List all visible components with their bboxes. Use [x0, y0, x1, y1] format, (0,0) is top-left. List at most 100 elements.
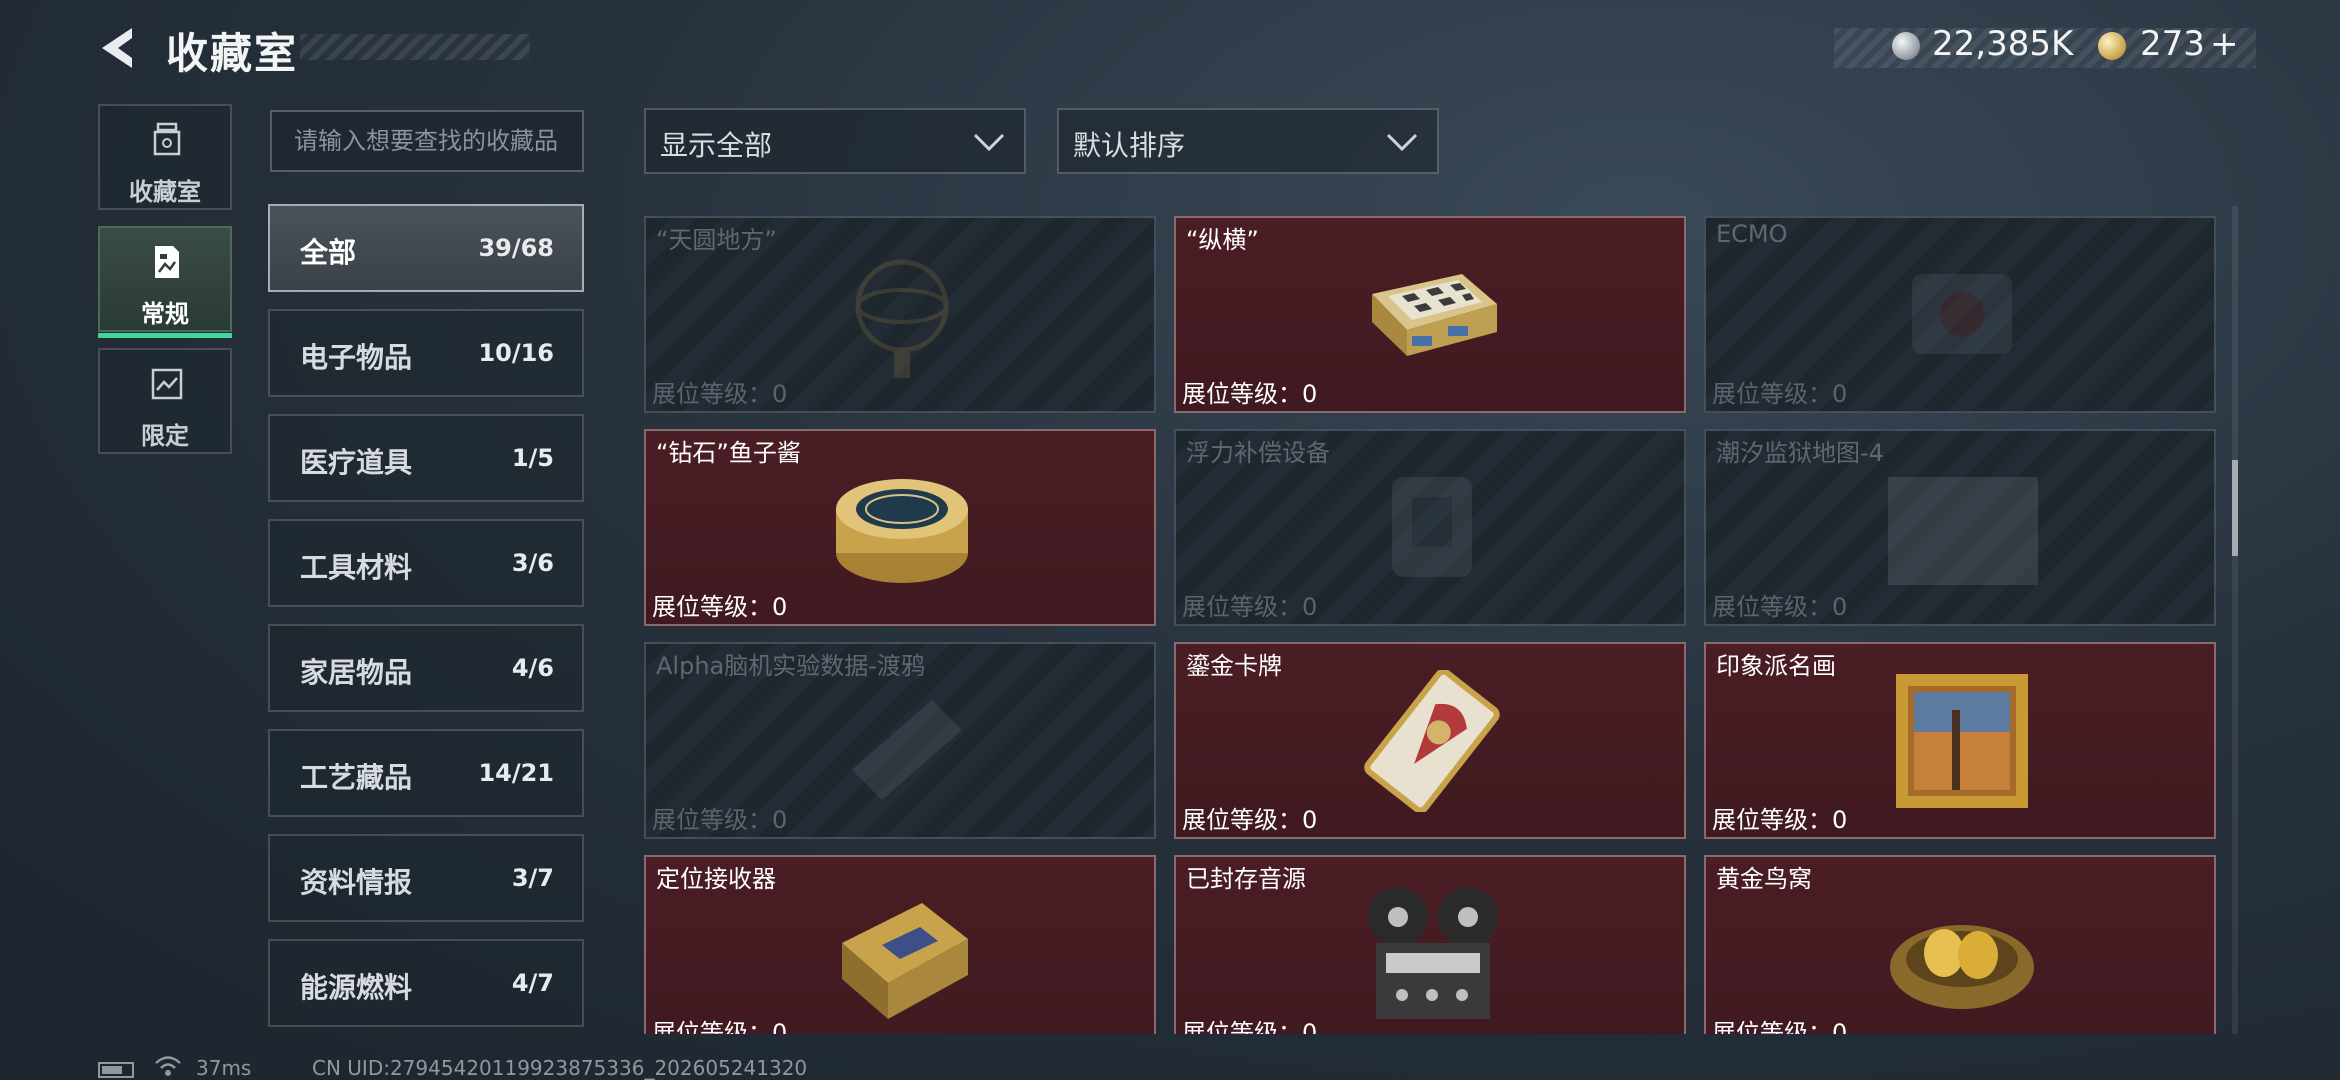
collection-card[interactable]: 定位接收器 展位等级：0: [644, 855, 1156, 1034]
gilded-card-icon: [1364, 670, 1500, 812]
side-tab-regular[interactable]: 常规: [98, 226, 232, 338]
ping-readout: 37ms: [196, 1056, 252, 1080]
item-name: “纵横”: [1186, 226, 1259, 254]
category-tools[interactable]: 工具材料 3/6: [268, 519, 584, 607]
scroll-thumb[interactable]: [2232, 460, 2238, 556]
collection-grid: “天圆地方” 展位等级：0 “纵横” 展位等级：0 ECMO 展位等级：0 “钻…: [644, 216, 2216, 1034]
item-name: 潮汐监狱地图-4: [1716, 439, 1884, 467]
buoyancy-device-icon: [1392, 477, 1472, 577]
grid-scrollbar[interactable]: [2232, 206, 2238, 1034]
add-gold-button[interactable]: +: [2210, 24, 2239, 64]
item-level: 展位等级：0: [1182, 380, 1318, 408]
document-icon: [155, 246, 179, 278]
category-count: 10/16: [478, 339, 554, 367]
reel-recorder-icon: [1368, 887, 1498, 1019]
category-count: 3/7: [511, 864, 554, 892]
data-drive-icon: [852, 700, 962, 800]
sort-dropdown[interactable]: 默认排序: [1057, 108, 1439, 174]
category-crafts[interactable]: 工艺藏品 14/21: [268, 729, 584, 817]
side-tab-limited[interactable]: 限定: [98, 348, 232, 454]
item-name: “天圆地方”: [656, 226, 777, 254]
category-name: 工艺藏品: [300, 761, 413, 794]
trophy-icon: [153, 122, 181, 156]
frame-icon: [151, 368, 183, 400]
item-name: 定位接收器: [656, 865, 776, 893]
top-bar: 收藏室 22,385K 273 +: [0, 0, 2340, 96]
category-count: 39/68: [478, 234, 554, 262]
gold-coin-icon: [2098, 32, 2126, 60]
silver-coin-icon: [1892, 32, 1920, 60]
category-count: 4/6: [511, 654, 554, 682]
category-household[interactable]: 家居物品 4/6: [268, 624, 584, 712]
page-title: 收藏室: [166, 29, 299, 78]
painting-icon: [1896, 674, 2028, 808]
item-level: 展位等级：0: [1182, 1019, 1318, 1034]
caviar-tin-icon: [836, 479, 968, 583]
collection-card[interactable]: 黄金鸟窝 展位等级：0: [1704, 855, 2216, 1034]
category-count: 1/5: [511, 444, 554, 472]
show-filter-dropdown[interactable]: 显示全部: [644, 108, 1026, 174]
item-level: 展位等级：0: [652, 806, 788, 834]
collection-card[interactable]: 潮汐监狱地图-4 展位等级：0: [1704, 429, 2216, 626]
item-level: 展位等级：0: [652, 1019, 788, 1034]
category-name: 医疗道具: [300, 446, 413, 479]
item-name: 黄金鸟窝: [1716, 865, 1812, 893]
category-intel[interactable]: 资料情报 3/7: [268, 834, 584, 922]
collection-card[interactable]: ECMO 展位等级：0: [1704, 216, 2216, 413]
category-name: 工具材料: [300, 551, 413, 584]
side-tab-label: 限定: [141, 422, 189, 450]
collection-card[interactable]: Alpha脑机实验数据-渡鸦 展位等级：0: [644, 642, 1156, 839]
collection-card[interactable]: 浮力补偿设备 展位等级：0: [1174, 429, 1686, 626]
category-name: 资料情报: [300, 866, 413, 899]
back-arrow-icon[interactable]: [96, 24, 144, 72]
item-level: 展位等级：0: [1182, 593, 1318, 621]
category-name: 电子物品: [300, 341, 413, 374]
wifi-icon: [155, 1056, 181, 1076]
battery-icon: [98, 1062, 134, 1078]
collection-card[interactable]: 印象派名画 展位等级：0: [1704, 642, 2216, 839]
item-level: 展位等级：0: [1182, 806, 1318, 834]
chevron-down-icon: [973, 133, 1005, 152]
category-energy[interactable]: 能源燃料 4/7: [268, 939, 584, 1027]
item-name: ECMO: [1716, 220, 1788, 248]
collection-card[interactable]: 鎏金卡牌 展位等级：0: [1174, 642, 1686, 839]
category-count: 3/6: [511, 549, 554, 577]
category-count: 4/7: [511, 969, 554, 997]
item-level: 展位等级：0: [1712, 806, 1848, 834]
dropdown-value: 默认排序: [1073, 129, 1186, 162]
silver-amount: 22,385K: [1932, 24, 2074, 64]
item-level: 展位等级：0: [652, 380, 788, 408]
collection-card[interactable]: “钻石”鱼子酱 展位等级：0: [644, 429, 1156, 626]
collection-card[interactable]: “天圆地方” 展位等级：0: [644, 216, 1156, 413]
side-tab-collection[interactable]: 收藏室: [98, 104, 232, 210]
category-name: 能源燃料: [300, 971, 413, 1004]
category-all[interactable]: 全部 39/68: [268, 204, 584, 292]
item-name: 已封存音源: [1186, 865, 1306, 893]
armillary-sphere-icon: [855, 259, 949, 378]
category-count: 14/21: [478, 759, 554, 787]
side-tab-label: 收藏室: [129, 178, 201, 206]
category-electronics[interactable]: 电子物品 10/16: [268, 309, 584, 397]
side-tab-label: 常规: [141, 300, 189, 328]
gold-amount: 273: [2140, 24, 2205, 64]
item-level: 展位等级：0: [1712, 380, 1848, 408]
dropdown-value: 显示全部: [660, 129, 773, 162]
chevron-down-icon: [1386, 133, 1418, 152]
item-name: 印象派名画: [1716, 652, 1836, 680]
collection-card[interactable]: “纵横” 展位等级：0: [1174, 216, 1686, 413]
collection-card[interactable]: 已封存音源 展位等级：0: [1174, 855, 1686, 1034]
category-name: 家居物品: [300, 656, 413, 689]
map-icon: [1888, 477, 2038, 585]
item-name: 浮力补偿设备: [1186, 439, 1330, 467]
category-medical[interactable]: 医疗道具 1/5: [268, 414, 584, 502]
title-decoration: [300, 34, 530, 60]
ecmo-machine-icon: [1912, 274, 2012, 354]
uid-text: CN UID:2794542011992387533​6_20260524132…: [312, 1056, 808, 1080]
golden-nest-icon: [1890, 925, 2034, 1009]
item-level: 展位等级：0: [652, 593, 788, 621]
item-name: “钻石”鱼子酱: [656, 439, 801, 467]
category-name: 全部: [300, 236, 357, 269]
item-level: 展位等级：0: [1712, 1019, 1848, 1034]
search-input[interactable]: [270, 110, 584, 172]
chess-box-icon: [1372, 274, 1497, 356]
